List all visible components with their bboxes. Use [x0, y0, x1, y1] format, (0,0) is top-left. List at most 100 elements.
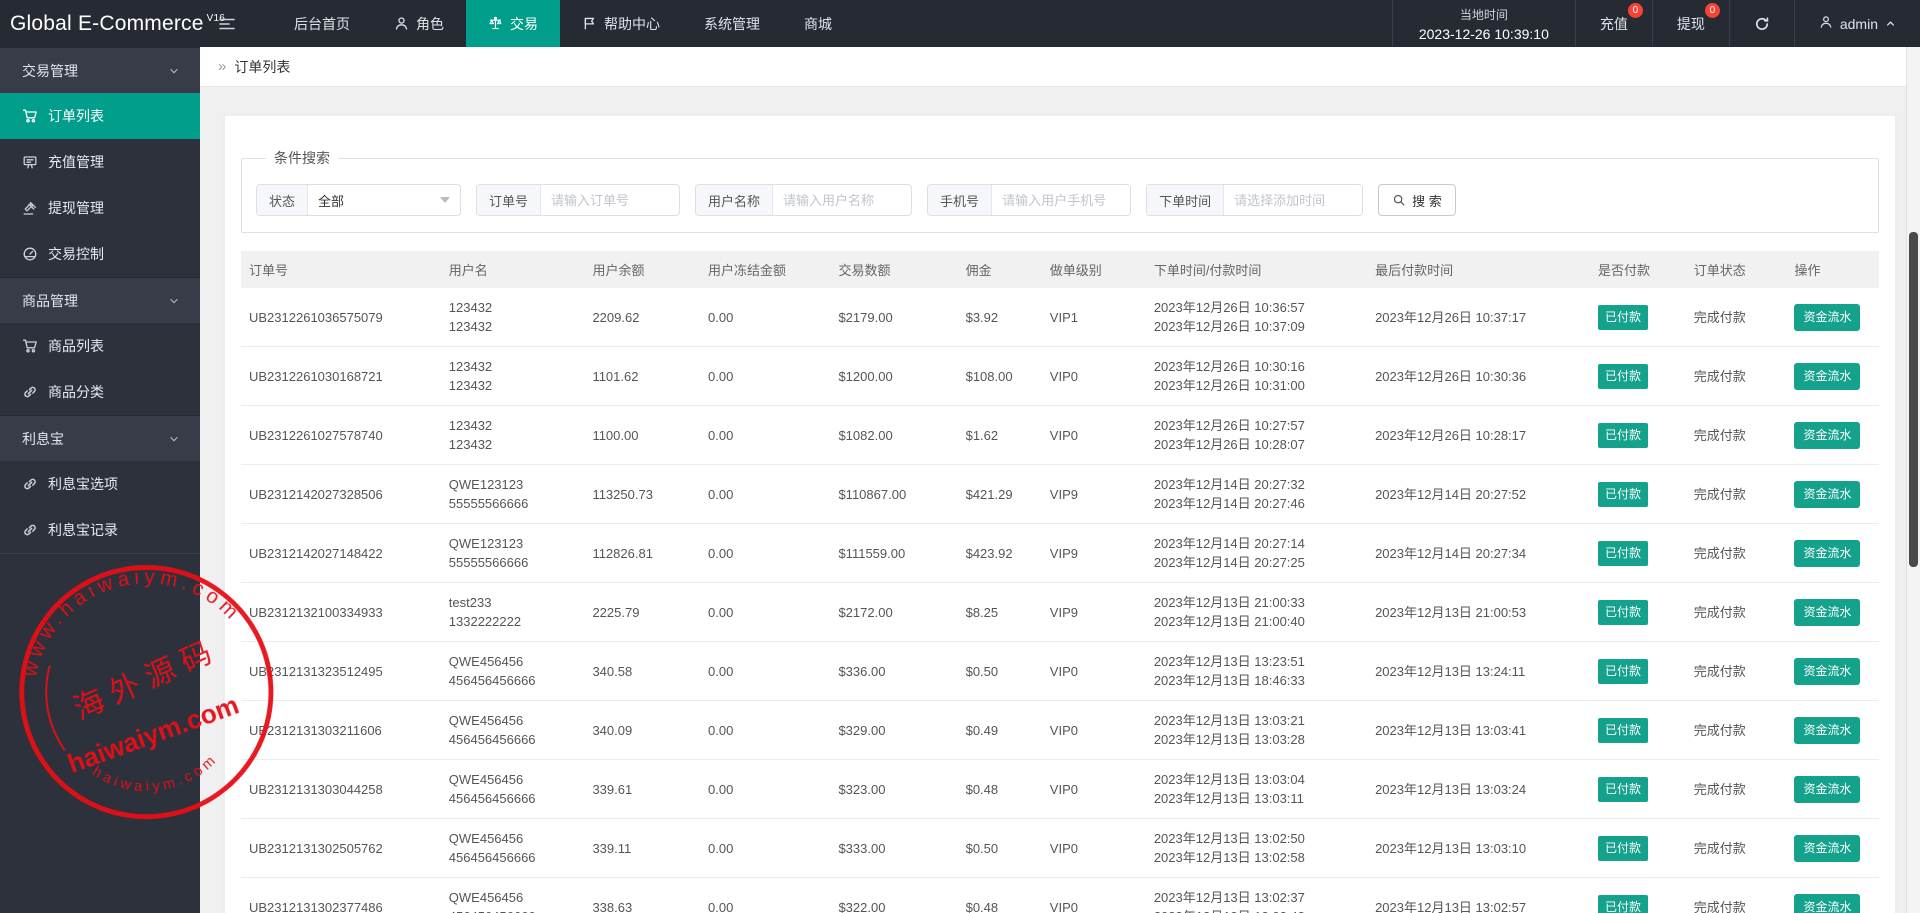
- fund-flow-button[interactable]: 资金流水: [1794, 657, 1861, 685]
- fund-flow-button[interactable]: 资金流水: [1794, 598, 1861, 626]
- paid-status-badge: 已付款: [1597, 776, 1648, 802]
- user-phone-text: 456456456666: [448, 732, 536, 747]
- breadcrumb: » 订单列表: [200, 47, 1920, 87]
- pay-time-text: 2023年12月14日 20:27:25: [1153, 555, 1305, 570]
- level-cell: VIP9: [1041, 523, 1146, 583]
- order-status-cell: 完成付款: [1685, 759, 1787, 819]
- user-cell: test233 1332222222: [440, 582, 585, 642]
- user-cell: QWE456456 456456456666: [440, 818, 585, 878]
- fund-flow-button[interactable]: 资金流水: [1794, 539, 1861, 567]
- order-pay-time-cell: 2023年12月13日 13:03:21 2023年12月13日 13:03:28: [1145, 700, 1368, 760]
- order-time-input[interactable]: [1224, 185, 1363, 215]
- paid-status-badge: 已付款: [1597, 599, 1648, 625]
- nav-item-mall[interactable]: 商城: [782, 0, 854, 47]
- column-header-7: 下单时间/付款时间: [1145, 251, 1368, 288]
- nav-item-help-center[interactable]: 帮助中心: [560, 0, 682, 47]
- fund-flow-button[interactable]: 资金流水: [1794, 362, 1861, 390]
- nav-item-roles[interactable]: 角色: [372, 0, 466, 47]
- sidebar-group-trade-management[interactable]: 交易管理: [0, 47, 200, 93]
- pay-time-text: 2023年12月13日 13:02:43: [1154, 907, 1359, 913]
- last-pay-time-cell: 2023年12月13日 21:00:53: [1367, 582, 1590, 642]
- user-cell: 123432 123432: [440, 405, 585, 465]
- order-no-input[interactable]: [541, 185, 680, 215]
- paid-status-badge: 已付款: [1597, 894, 1648, 913]
- order-pay-time-cell: 2023年12月14日 20:27:14 2023年12月14日 20:27:25: [1145, 523, 1368, 583]
- order-pay-time-cell: 2023年12月26日 10:30:16 2023年12月26日 10:31:00: [1145, 346, 1368, 406]
- sidebar-item-trade-control-label: 交易控制: [48, 246, 104, 262]
- username-text: test233: [448, 595, 492, 610]
- nav-item-trade[interactable]: 交易: [466, 0, 560, 47]
- app-logo: Global E-Commerce V16: [0, 0, 225, 47]
- nav-item-dashboard[interactable]: 后台首页: [272, 0, 372, 47]
- last-pay-time-cell: 2023年12月26日 10:37:17: [1367, 288, 1590, 347]
- order-pay-time-cell: 2023年12月26日 10:27:57 2023年12月26日 10:28:07: [1145, 405, 1368, 465]
- sidebar-item-recharge-management[interactable]: 充值管理: [0, 139, 200, 185]
- withdraw-button[interactable]: 提现 0: [1651, 0, 1729, 47]
- order-status-cell: 完成付款: [1685, 582, 1787, 642]
- sidebar-item-trade-control[interactable]: 交易控制: [0, 231, 200, 277]
- fund-flow-button[interactable]: 资金流水: [1794, 303, 1861, 331]
- sidebar-item-withdraw-management[interactable]: 提现管理: [0, 185, 200, 231]
- status-select[interactable]: 全部: [308, 185, 460, 215]
- refresh-icon[interactable]: [1728, 0, 1794, 47]
- user-phone-text: 1332222222: [448, 614, 522, 629]
- balance-cell: 338.63: [584, 877, 701, 913]
- menu-toggle-icon[interactable]: [200, 0, 254, 47]
- order-status-cell: 完成付款: [1685, 346, 1787, 406]
- level-cell: VIP0: [1041, 641, 1146, 701]
- commission-cell: $0.48: [957, 877, 1042, 913]
- search-button-label: 搜 索: [1412, 193, 1442, 209]
- order-no-cell: UB2312142027148422: [241, 523, 441, 583]
- table-row: UB2312131303044258 QWE456456 456456456666 3…: [241, 759, 1879, 819]
- orders-card: 条件搜索 状态 全部 订单号 请输入订单号 用户名称 请输入用户名称 手机号 请…: [224, 115, 1896, 913]
- table-row: UB2312131302377486 QWE456456 456456456666 3…: [241, 877, 1879, 913]
- order-no-cell: UB2312132100334933: [241, 582, 441, 642]
- amount-cell: $2179.00: [830, 288, 958, 347]
- level-cell: VIP0: [1041, 818, 1146, 878]
- sidebar-group-product-management[interactable]: 商品管理: [0, 277, 200, 323]
- sidebar-item-interest-records[interactable]: 利息宝记录: [0, 507, 200, 553]
- user-menu[interactable]: admin: [1793, 0, 1920, 47]
- amount-cell: $110867.00: [830, 464, 958, 524]
- person-icon: [394, 16, 409, 31]
- balance-cell: 339.61: [584, 759, 701, 819]
- frozen-cell: 0.00: [700, 641, 831, 701]
- user-phone-text: 123432: [448, 319, 493, 334]
- user-cell: QWE456456 456456456666: [440, 700, 585, 760]
- recharge-label: 充值: [1599, 15, 1628, 32]
- chevron-down-icon: [168, 65, 180, 77]
- sidebar-group-trade-management-label: 交易管理: [22, 62, 78, 79]
- frozen-cell: 0.00: [700, 288, 831, 347]
- scrollbar[interactable]: [1906, 47, 1920, 913]
- user-cell: QWE456456 456456456666: [440, 877, 585, 913]
- search-button[interactable]: 搜 索: [1378, 184, 1456, 216]
- order-no-label: 订单号: [477, 185, 542, 215]
- sidebar-item-product-list[interactable]: 商品列表: [0, 323, 200, 369]
- status-selected-value: 全部: [318, 193, 345, 209]
- order-time-text: 2023年12月13日 13:02:37: [1153, 890, 1305, 905]
- sidebar-group-interest-treasure[interactable]: 利息宝: [0, 415, 200, 461]
- fund-flow-button[interactable]: 资金流水: [1794, 775, 1861, 803]
- username-input[interactable]: [773, 185, 912, 215]
- user-cell: QWE456456 456456456666: [440, 641, 585, 701]
- table-row: UB2312142027148422 QWE123123 55555566666 11…: [241, 523, 1879, 583]
- column-header-8: 最后付款时间: [1367, 251, 1590, 288]
- sidebar-item-order-list-label: 订单列表: [48, 108, 104, 124]
- phone-input[interactable]: [992, 185, 1131, 215]
- paid-status-badge: 已付款: [1597, 481, 1648, 507]
- nav-item-system-label: 系统管理: [704, 15, 760, 32]
- nav-item-system[interactable]: 系统管理: [682, 0, 782, 47]
- username: admin: [1839, 15, 1878, 32]
- scrollbar-thumb[interactable]: [1909, 232, 1918, 567]
- fund-flow-button[interactable]: 资金流水: [1794, 421, 1861, 449]
- sidebar-item-interest-options[interactable]: 利息宝选项: [0, 461, 200, 507]
- fund-flow-button[interactable]: 资金流水: [1794, 893, 1861, 913]
- sidebar-item-product-category[interactable]: 商品分类: [0, 369, 200, 415]
- fund-flow-button[interactable]: 资金流水: [1794, 480, 1861, 508]
- fund-flow-button[interactable]: 资金流水: [1794, 834, 1861, 862]
- paid-status-badge: 已付款: [1597, 363, 1648, 389]
- fund-flow-button[interactable]: 资金流水: [1794, 716, 1861, 744]
- user-cell: QWE123123 55555566666: [440, 523, 585, 583]
- recharge-button[interactable]: 充值 0: [1574, 0, 1652, 47]
- sidebar-item-order-list[interactable]: 订单列表: [0, 93, 200, 139]
